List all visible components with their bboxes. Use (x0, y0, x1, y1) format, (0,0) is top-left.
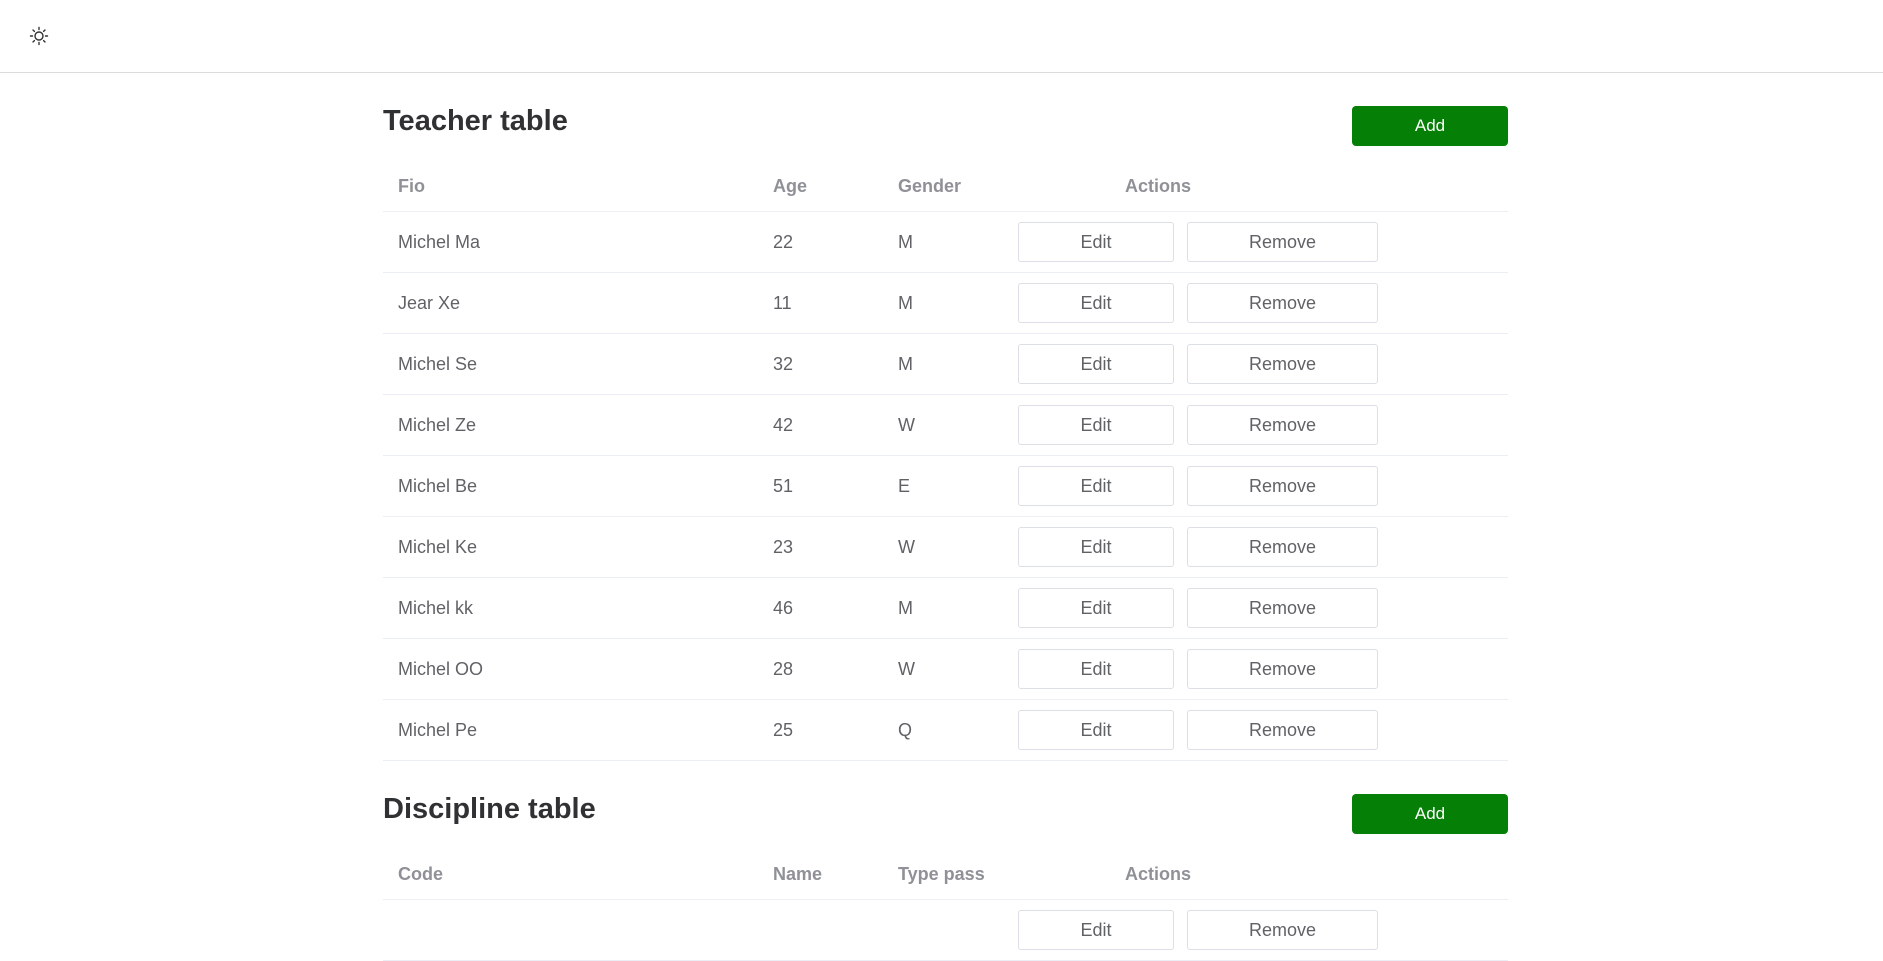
teacher-gender-cell: M (883, 333, 1008, 395)
edit-button[interactable]: Edit (1018, 344, 1174, 384)
table-row: Michel Pe 25 Q Edit Remove (383, 699, 1508, 761)
discipline-table-title: Discipline table (383, 793, 596, 825)
edit-button[interactable]: Edit (1018, 527, 1174, 567)
remove-button[interactable]: Remove (1187, 649, 1378, 689)
teacher-section-header: Teacher table Add (383, 73, 1508, 153)
teacher-table-title: Teacher table (383, 105, 568, 137)
remove-button[interactable]: Remove (1187, 910, 1378, 950)
edit-button[interactable]: Edit (1018, 466, 1174, 506)
teacher-fio-cell: Michel Pe (383, 699, 758, 761)
teacher-age-cell: 11 (758, 272, 883, 334)
sun-icon[interactable] (29, 26, 49, 46)
remove-button[interactable]: Remove (1187, 283, 1378, 323)
teacher-age-cell: 22 (758, 211, 883, 273)
teacher-age-cell: 23 (758, 516, 883, 578)
teacher-fio-cell: Michel Be (383, 455, 758, 517)
column-header-actions: Actions (1008, 153, 1508, 212)
teacher-age-cell: 32 (758, 333, 883, 395)
teacher-fio-cell: Jear Xe (383, 272, 758, 334)
actions-cell: Edit Remove (1008, 516, 1508, 578)
column-header-actions: Actions (1008, 841, 1508, 900)
column-header-age: Age (758, 153, 883, 212)
edit-button[interactable]: Edit (1018, 710, 1174, 750)
teacher-table-body: Michel Ma 22 M Edit Remove Jear Xe 11 M Edit Remo… (383, 211, 1508, 761)
column-header-fio: Fio (383, 153, 758, 212)
teacher-fio-cell: Michel Se (383, 333, 758, 395)
teacher-table: Fio Age Gender Actions Michel Ma 22 M Edit R… (383, 153, 1508, 761)
remove-button[interactable]: Remove (1187, 405, 1378, 445)
table-row: Edit Remove (383, 899, 1508, 961)
teacher-fio-cell: Michel Ma (383, 211, 758, 273)
actions-cell: Edit Remove (1008, 455, 1508, 517)
actions-cell: Edit Remove (1008, 394, 1508, 456)
teacher-gender-cell: M (883, 211, 1008, 273)
teacher-fio-cell: Michel OO (383, 638, 758, 700)
remove-button[interactable]: Remove (1187, 527, 1378, 567)
discipline-table: Code Name Type pass Actions Edit Remove (383, 841, 1508, 961)
remove-button[interactable]: Remove (1187, 344, 1378, 384)
remove-button[interactable]: Remove (1187, 588, 1378, 628)
actions-cell: Edit Remove (1008, 272, 1508, 334)
discipline-table-body: Edit Remove (383, 899, 1508, 961)
add-discipline-button[interactable]: Add (1352, 794, 1508, 834)
table-row: Michel Ze 42 W Edit Remove (383, 394, 1508, 456)
table-row: Michel kk 46 M Edit Remove (383, 577, 1508, 639)
teacher-gender-cell: M (883, 272, 1008, 334)
teacher-gender-cell: W (883, 516, 1008, 578)
edit-button[interactable]: Edit (1018, 649, 1174, 689)
remove-button[interactable]: Remove (1187, 466, 1378, 506)
column-header-code: Code (383, 841, 758, 900)
discipline-name-cell (758, 899, 883, 961)
teacher-gender-cell: E (883, 455, 1008, 517)
actions-cell: Edit Remove (1008, 211, 1508, 273)
actions-cell: Edit Remove (1008, 333, 1508, 395)
teacher-age-cell: 28 (758, 638, 883, 700)
column-header-gender: Gender (883, 153, 1008, 212)
actions-cell: Edit Remove (1008, 577, 1508, 639)
table-row: Michel Be 51 E Edit Remove (383, 455, 1508, 517)
teacher-gender-cell: W (883, 394, 1008, 456)
table-row: Michel Se 32 M Edit Remove (383, 333, 1508, 395)
edit-button[interactable]: Edit (1018, 405, 1174, 445)
table-row: Michel Ma 22 M Edit Remove (383, 211, 1508, 273)
table-row: Michel OO 28 W Edit Remove (383, 638, 1508, 700)
main-content: Teacher table Add Fio Age Gender Actions… (383, 73, 1508, 961)
teacher-fio-cell: Michel Ke (383, 516, 758, 578)
add-teacher-button[interactable]: Add (1352, 106, 1508, 146)
edit-button[interactable]: Edit (1018, 222, 1174, 262)
column-header-name: Name (758, 841, 883, 900)
discipline-type-pass-cell (883, 899, 1008, 961)
teacher-age-cell: 46 (758, 577, 883, 639)
teacher-table-header-row: Fio Age Gender Actions (383, 153, 1508, 212)
discipline-table-header-row: Code Name Type pass Actions (383, 841, 1508, 900)
table-row: Michel Ke 23 W Edit Remove (383, 516, 1508, 578)
edit-button[interactable]: Edit (1018, 283, 1174, 323)
discipline-code-cell (383, 899, 758, 961)
discipline-section-header: Discipline table Add (383, 761, 1508, 841)
column-header-type-pass: Type pass (883, 841, 1008, 900)
teacher-gender-cell: W (883, 638, 1008, 700)
actions-cell: Edit Remove (1008, 899, 1508, 961)
teacher-fio-cell: Michel kk (383, 577, 758, 639)
edit-button[interactable]: Edit (1018, 588, 1174, 628)
teacher-gender-cell: M (883, 577, 1008, 639)
remove-button[interactable]: Remove (1187, 222, 1378, 262)
teacher-age-cell: 51 (758, 455, 883, 517)
remove-button[interactable]: Remove (1187, 710, 1378, 750)
actions-cell: Edit Remove (1008, 638, 1508, 700)
teacher-fio-cell: Michel Ze (383, 394, 758, 456)
top-bar (0, 0, 1883, 73)
teacher-age-cell: 42 (758, 394, 883, 456)
teacher-age-cell: 25 (758, 699, 883, 761)
edit-button[interactable]: Edit (1018, 910, 1174, 950)
actions-cell: Edit Remove (1008, 699, 1508, 761)
teacher-gender-cell: Q (883, 699, 1008, 761)
table-row: Jear Xe 11 M Edit Remove (383, 272, 1508, 334)
